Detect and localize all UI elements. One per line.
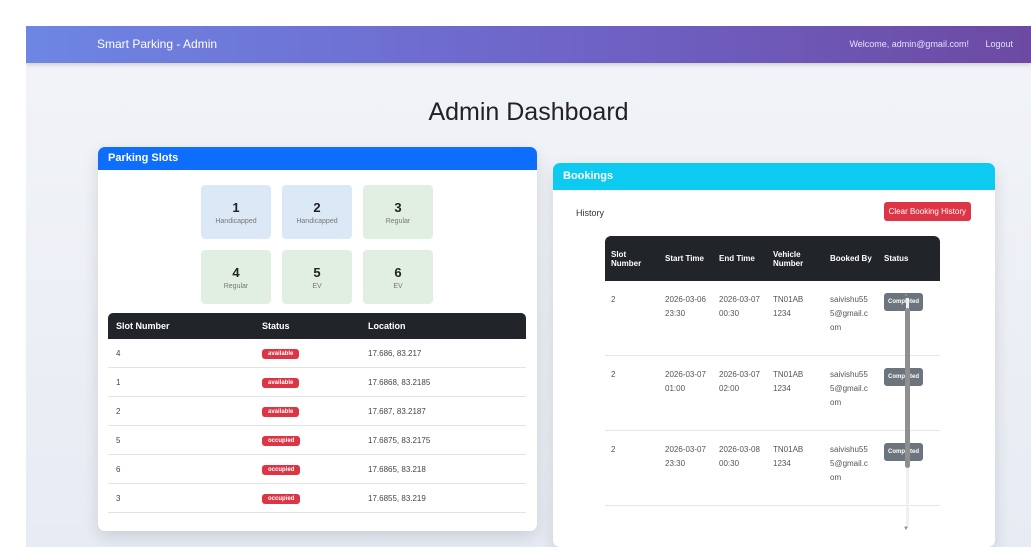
slot-number-cell: 3 xyxy=(108,483,254,513)
slot-tile-2[interactable]: 2 Handicapped xyxy=(282,185,352,239)
status-badge: available xyxy=(262,348,300,359)
column-header: Booked By xyxy=(824,236,878,281)
page-title: Admin Dashboard xyxy=(428,98,629,126)
booked-by-cell: saivishu555@gmail.com xyxy=(824,281,878,356)
bookings-table: Slot Number Start Time End Time Vehicle … xyxy=(605,236,940,506)
table-row: 2 2026-03-07 01:00 2026-03-07 02:00 TN01… xyxy=(605,355,940,431)
slot-type: Regular xyxy=(223,282,249,290)
end-time-cell: 2026-03-08 00:30 xyxy=(713,430,767,506)
status-badge: occupied xyxy=(262,464,301,475)
start-time-cell: 2026-03-06 23:30 xyxy=(659,281,713,356)
slot-number: 1 xyxy=(232,199,240,215)
clear-booking-history-button[interactable]: Clear Booking History xyxy=(883,202,971,221)
status-badge: available xyxy=(262,377,300,388)
navbar-brand[interactable]: Smart Parking - Admin xyxy=(97,37,217,51)
slot-number: 5 xyxy=(313,264,321,280)
slot-tile-3[interactable]: 3 Regular xyxy=(363,185,433,239)
column-header: Slot Number xyxy=(605,236,659,281)
bookings-table-header-row: Slot Number Start Time End Time Vehicle … xyxy=(605,236,940,281)
slot-number: 3 xyxy=(394,199,402,215)
slot-tile-1[interactable]: 1 Handicapped xyxy=(201,185,271,239)
slot-type: Regular xyxy=(385,217,411,225)
page-background: Smart Parking - Admin Welcome, admin@gma… xyxy=(26,26,1031,547)
parking-slots-header: Parking Slots xyxy=(98,147,537,170)
scroll-up-icon[interactable]: ▲ xyxy=(903,292,909,298)
slot-cell: 2 xyxy=(605,355,659,431)
slot-tile-6[interactable]: 6 EV xyxy=(363,250,433,304)
column-header: Slot Number xyxy=(108,313,254,339)
location-cell: 17.6875, 83.2175 xyxy=(360,425,526,455)
navbar-right: Welcome, admin@gmail.com! Logout xyxy=(835,39,1013,49)
column-header: Start Time xyxy=(659,236,713,281)
booked-by-cell: saivishu555@gmail.com xyxy=(824,355,878,431)
table-row: 2 2026-03-06 23:30 2026-03-07 00:30 TN01… xyxy=(605,281,940,356)
history-label: History xyxy=(576,208,605,218)
slot-number-cell: 2 xyxy=(108,396,254,426)
welcome-text: Welcome, admin@gmail.com! xyxy=(849,39,969,49)
end-time-cell: 2026-03-07 00:30 xyxy=(713,281,767,356)
slot-tile-4[interactable]: 4 Regular xyxy=(201,250,271,304)
vehicle-cell: TN01AB 1234 xyxy=(767,430,824,506)
location-cell: 17.6865, 83.218 xyxy=(360,454,526,484)
table-row: 2 2026-03-07 23:30 2026-03-08 00:30 TN01… xyxy=(605,430,940,506)
table-row: 3 occupied 17.6855, 83.219 xyxy=(108,483,526,513)
logout-link[interactable]: Logout xyxy=(985,39,1013,49)
slot-type: EV xyxy=(312,282,322,290)
bookings-card: Bookings History Clear Booking History S… xyxy=(553,163,995,547)
slot-number-cell: 5 xyxy=(108,425,254,455)
location-cell: 17.6855, 83.219 xyxy=(360,483,526,513)
table-row: 2 available 17.687, 83.2187 xyxy=(108,396,526,426)
table-row: 4 available 17.686, 83.217 xyxy=(108,339,526,368)
vehicle-cell: TN01AB 1234 xyxy=(767,281,824,356)
table-row: 6 occupied 17.6865, 83.218 xyxy=(108,454,526,484)
slot-type: EV xyxy=(393,282,403,290)
bookings-header: Bookings xyxy=(553,163,995,190)
location-cell: 17.686, 83.217 xyxy=(360,339,526,368)
scroll-down-icon[interactable]: ▼ xyxy=(903,526,909,532)
booked-by-cell: saivishu555@gmail.com xyxy=(824,430,878,506)
slot-number: 6 xyxy=(394,264,402,280)
column-header: Vehicle Number xyxy=(767,236,824,281)
status-badge: occupied xyxy=(262,435,301,446)
location-cell: 17.687, 83.2187 xyxy=(360,396,526,426)
start-time-cell: 2026-03-07 23:30 xyxy=(659,430,713,506)
vehicle-cell: TN01AB 1234 xyxy=(767,355,824,431)
bookings-scrollbar[interactable]: ▲ ▼ xyxy=(903,292,910,534)
slot-number-cell: 4 xyxy=(108,339,254,368)
bookings-scroll-area[interactable]: Slot Number Start Time End Time Vehicle … xyxy=(605,236,967,547)
column-header: Status xyxy=(878,236,940,281)
slot-grid: 1 Handicapped 2 Handicapped 3 Regular 4 … xyxy=(201,185,441,304)
column-header: Location xyxy=(360,313,526,339)
slot-cell: 2 xyxy=(605,281,659,356)
slot-number-cell: 1 xyxy=(108,367,254,397)
scrollbar-thumb[interactable] xyxy=(905,308,910,468)
slots-table: Slot Number Status Location 4 available … xyxy=(108,313,526,513)
slot-number: 2 xyxy=(313,199,321,215)
slot-type: Handicapped xyxy=(215,217,257,225)
slot-number: 4 xyxy=(232,264,240,280)
start-time-cell: 2026-03-07 01:00 xyxy=(659,355,713,431)
slot-tile-5[interactable]: 5 EV xyxy=(282,250,352,304)
status-badge: occupied xyxy=(262,493,301,504)
slot-cell: 2 xyxy=(605,430,659,506)
slot-number-cell: 6 xyxy=(108,454,254,484)
status-badge: available xyxy=(262,406,300,417)
slots-table-header-row: Slot Number Status Location xyxy=(108,313,526,339)
location-cell: 17.6868, 83.2185 xyxy=(360,367,526,397)
table-row: 5 occupied 17.6875, 83.2175 xyxy=(108,425,526,455)
slot-type: Handicapped xyxy=(296,217,338,225)
end-time-cell: 2026-03-07 02:00 xyxy=(713,355,767,431)
parking-slots-card: Parking Slots 1 Handicapped 2 Handicappe… xyxy=(98,147,537,531)
column-header: Status xyxy=(254,313,360,339)
table-row: 1 available 17.6868, 83.2185 xyxy=(108,367,526,397)
column-header: End Time xyxy=(713,236,767,281)
navbar: Smart Parking - Admin Welcome, admin@gma… xyxy=(26,26,1031,63)
